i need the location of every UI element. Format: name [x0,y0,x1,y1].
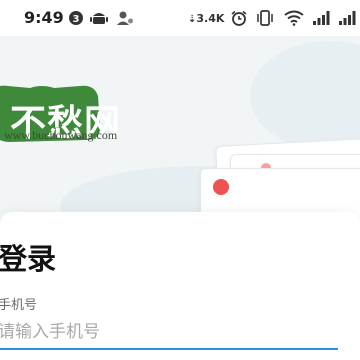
notification-count: 3 [73,14,80,25]
phone-field-label: 手机号 [0,298,38,313]
android-icon [90,10,108,26]
notification-badge-icon: 3 [68,10,84,26]
status-bar: 9:49 3 ⇣3.4K [0,0,360,36]
status-time: 9:49 [24,8,64,27]
illustration-sun-icon [213,179,229,195]
phone-input[interactable] [0,316,338,350]
wifi-icon [284,10,304,26]
logo-url: www.buchouwang.com [4,128,118,142]
net-speed-value: 3.4K [196,12,225,25]
vibrate-icon [256,10,274,26]
net-speed: ⇣3.4K [188,12,224,25]
page-title: 登录 [0,242,57,276]
alarm-icon [230,10,248,26]
signal-icon [338,10,356,26]
login-panel: 登录 手机号 [0,212,360,360]
person-icon [116,10,134,26]
banner: 不愁网 www.buchouwang.com [0,36,360,226]
signal-icon [312,10,330,26]
